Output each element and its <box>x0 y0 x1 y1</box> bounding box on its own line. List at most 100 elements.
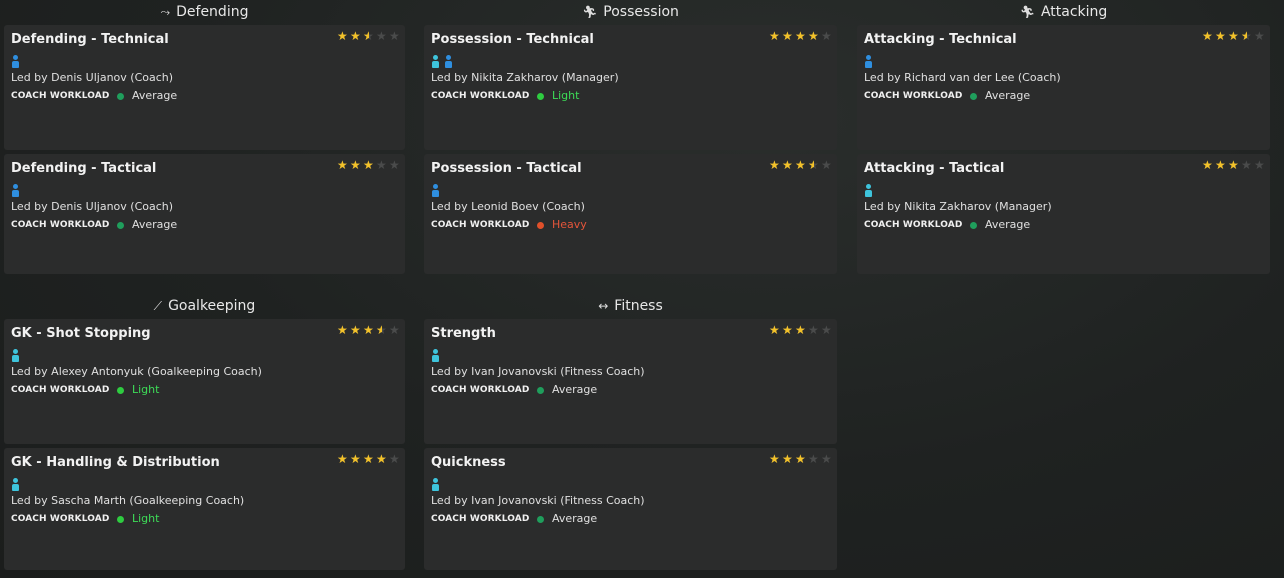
star-icon: ★ <box>389 158 400 172</box>
section-header-defending: ⤳ Defending <box>4 1 405 23</box>
coach-icons <box>864 184 1263 197</box>
coach-workload-label: COACH WORKLOAD <box>431 514 530 524</box>
workload-value: Average <box>985 89 1031 102</box>
led-by-text[interactable]: Led by Ivan Jovanovski (Fitness Coach) <box>431 494 830 508</box>
coach-workload-label: COACH WORKLOAD <box>11 514 110 524</box>
star-icon: ★ ★ <box>782 158 793 172</box>
coach-person-icon[interactable] <box>11 184 20 197</box>
section-header-attacking: 🏃︎ Attacking <box>857 1 1270 23</box>
coach-icons <box>11 184 398 197</box>
coach-icons <box>431 349 830 362</box>
training-unit-card[interactable]: Attacking - Tactical ★ ★ ★ ★ ★ ★ ★ ★ Led by Nikit… <box>857 154 1270 274</box>
training-unit-card[interactable]: GK - Shot Stopping ★ ★ ★ ★ ★ ★ ★ ★ ★ Led by Alexey… <box>4 319 405 444</box>
fitness-dumbbell-icon: ↔ <box>598 299 609 313</box>
coach-person-icon[interactable] <box>11 55 20 68</box>
workload-status-dot-icon <box>117 221 124 229</box>
workload-status-dot-icon <box>117 386 124 394</box>
coach-workload-label: COACH WORKLOAD <box>864 220 963 230</box>
star-rating: ★ ★ ★ ★ ★ ★ ★ ★ ★ <box>769 159 833 171</box>
workload-status-dot-icon <box>117 92 124 100</box>
workload-value: Average <box>552 512 598 525</box>
coach-workload-label: COACH WORKLOAD <box>11 220 110 230</box>
section-title: Fitness <box>614 298 663 314</box>
star-icon: ★ ★ <box>1215 29 1226 43</box>
coach-icons <box>431 184 830 197</box>
coach-person-icon[interactable] <box>864 55 873 68</box>
star-icon: ★ ★ <box>350 323 361 337</box>
coach-workload-label: COACH WORKLOAD <box>11 385 110 395</box>
coach-workload-row: COACH WORKLOAD Average <box>11 89 398 103</box>
star-icon: ★ ★ <box>337 29 348 43</box>
led-by-text[interactable]: Led by Richard van der Lee (Coach) <box>864 71 1263 85</box>
led-by-text[interactable]: Led by Ivan Jovanovski (Fitness Coach) <box>431 365 830 379</box>
star-icon: ★ ★ <box>1202 29 1213 43</box>
coach-person-icon[interactable] <box>11 478 20 491</box>
training-unit-card[interactable]: GK - Handling & Distribution ★ ★ ★ ★ ★ ★ ★ ★ ★ Led… <box>4 448 405 570</box>
training-unit-card[interactable]: Defending - Tactical ★ ★ ★ ★ ★ ★ ★ ★ Led by Denis… <box>4 154 405 274</box>
led-by-text[interactable]: Led by Leonid Boev (Coach) <box>431 200 830 214</box>
coach-person-icon[interactable] <box>444 55 453 68</box>
star-icon: ★ ★ <box>376 323 387 337</box>
star-icon: ★ ★ <box>1228 158 1239 172</box>
section-title: Attacking <box>1040 4 1108 20</box>
star-icon: ★ ★ <box>808 29 819 43</box>
possession-run-icon: 🏃︎ <box>582 5 598 19</box>
star-icon: ★ <box>389 452 400 466</box>
star-icon: ★ <box>1254 29 1265 43</box>
star-rating: ★ ★ ★ ★ ★ ★ ★ ★ ★ <box>769 30 833 42</box>
coach-person-icon[interactable] <box>431 184 440 197</box>
training-unit-card[interactable]: Strength ★ ★ ★ ★ ★ ★ ★ ★ Led by Ivan Jovanovski (… <box>424 319 837 444</box>
led-by-text[interactable]: Led by Nikita Zakharov (Manager) <box>864 200 1263 214</box>
star-icon: ★ <box>1254 158 1265 172</box>
star-icon: ★ ★ <box>350 158 361 172</box>
star-icon: ★ <box>821 323 832 337</box>
coach-person-icon[interactable] <box>431 55 440 68</box>
star-icon: ★ ★ <box>376 452 387 466</box>
coach-icons <box>11 349 398 362</box>
training-unit-card[interactable]: Possession - Tactical ★ ★ ★ ★ ★ ★ ★ ★ ★ Led by Leo… <box>424 154 837 274</box>
coach-workload-row: COACH WORKLOAD Heavy <box>431 218 830 232</box>
led-by-text[interactable]: Led by Denis Uljanov (Coach) <box>11 200 398 214</box>
workload-status-dot-icon <box>537 92 544 100</box>
star-icon: ★ <box>389 323 400 337</box>
star-icon: ★ ★ <box>363 323 374 337</box>
coach-icons <box>431 478 830 491</box>
training-unit-card[interactable]: Defending - Technical ★ ★ ★ ★ ★ ★ ★ ★ Led by Deni… <box>4 25 405 150</box>
led-by-text[interactable]: Led by Denis Uljanov (Coach) <box>11 71 398 85</box>
training-unit-card[interactable]: Quickness ★ ★ ★ ★ ★ ★ ★ ★ Led by Ivan Jovanovski … <box>424 448 837 570</box>
coach-person-icon[interactable] <box>11 349 20 362</box>
star-icon: ★ ★ <box>1202 158 1213 172</box>
coach-person-icon[interactable] <box>431 349 440 362</box>
star-icon: ★ ★ <box>363 158 374 172</box>
star-icon: ★ ★ <box>337 323 348 337</box>
coach-workload-row: COACH WORKLOAD Light <box>11 383 398 397</box>
coach-workload-label: COACH WORKLOAD <box>431 220 530 230</box>
led-by-text[interactable]: Led by Alexey Antonyuk (Goalkeeping Coac… <box>11 365 398 379</box>
star-rating: ★ ★ ★ ★ ★ ★ ★ ★ ★ <box>1202 30 1266 42</box>
star-icon: ★ <box>821 452 832 466</box>
led-by-text[interactable]: Led by Sascha Marth (Goalkeeping Coach) <box>11 494 398 508</box>
coach-person-icon[interactable] <box>864 184 873 197</box>
coach-workload-row: COACH WORKLOAD Average <box>431 512 830 526</box>
star-rating: ★ ★ ★ ★ ★ ★ ★ ★ ★ <box>337 453 401 465</box>
workload-value: Average <box>132 89 178 102</box>
star-icon: ★ ★ <box>782 452 793 466</box>
star-rating: ★ ★ ★ ★ ★ ★ ★ ★ <box>1202 159 1266 171</box>
star-icon: ★ ★ <box>795 323 806 337</box>
coach-workload-label: COACH WORKLOAD <box>431 91 530 101</box>
star-icon: ★ ★ <box>795 29 806 43</box>
star-icon: ★ ★ <box>769 323 780 337</box>
workload-value: Light <box>552 89 580 102</box>
led-by-text[interactable]: Led by Nikita Zakharov (Manager) <box>431 71 830 85</box>
defending-slide-icon: ⤳ <box>160 4 171 19</box>
section-header-fitness: ↔ Fitness <box>424 295 837 317</box>
star-icon: ★ ★ <box>782 29 793 43</box>
coach-workload-row: COACH WORKLOAD Average <box>11 218 398 232</box>
training-unit-card[interactable]: Attacking - Technical ★ ★ ★ ★ ★ ★ ★ ★ ★ Led by Ric… <box>857 25 1270 150</box>
star-icon: ★ <box>821 158 832 172</box>
training-unit-card[interactable]: Possession - Technical ★ ★ ★ ★ ★ ★ ★ ★ ★ Led by Ni… <box>424 25 837 150</box>
workload-value: Light <box>132 383 160 396</box>
star-icon: ★ <box>1241 158 1252 172</box>
coach-person-icon[interactable] <box>431 478 440 491</box>
star-icon: ★ ★ <box>1241 29 1252 43</box>
